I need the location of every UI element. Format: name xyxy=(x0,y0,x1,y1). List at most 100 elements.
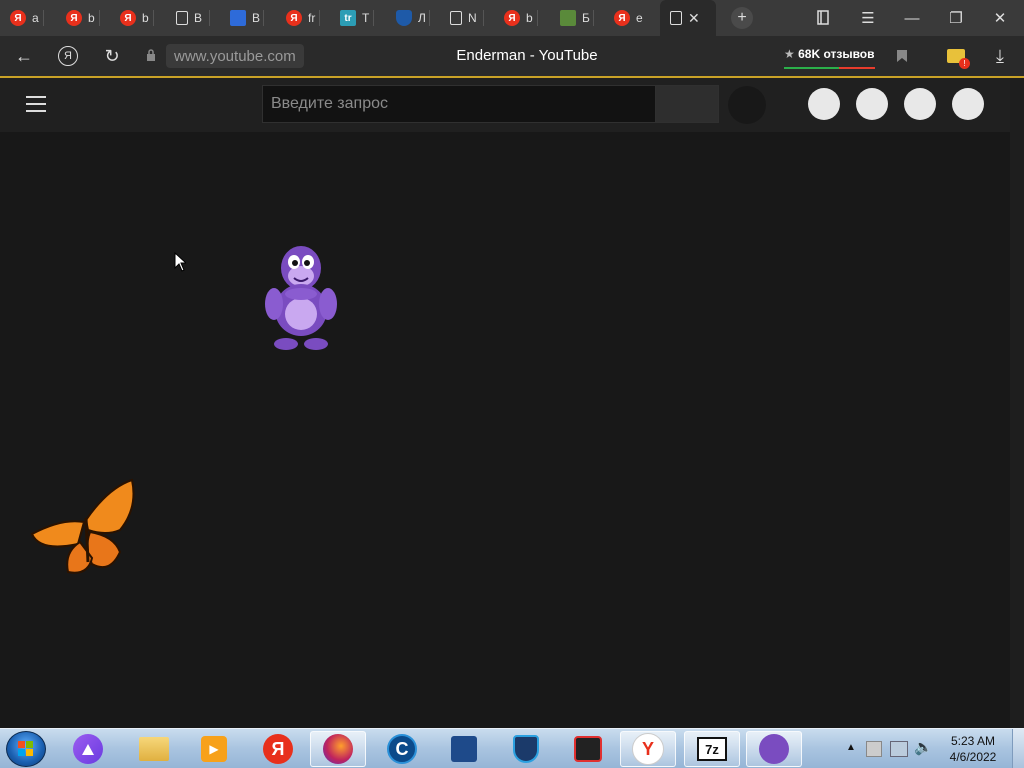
tab-label: fr xyxy=(308,11,316,25)
downloads-button[interactable]: ⤓ xyxy=(988,44,1012,68)
yandex-icon: Я xyxy=(10,10,26,26)
download-icon: ⤓ xyxy=(996,45,1004,66)
tab-12[interactable]: Я e xyxy=(604,6,648,30)
hamburger-icon: ☰ xyxy=(861,10,875,27)
reload-icon: ↻ xyxy=(104,45,120,66)
alice-assistant-icon xyxy=(73,734,103,764)
clock-date: 4/6/2022 xyxy=(949,750,997,764)
ccleaner-taskbar-button[interactable]: C xyxy=(374,731,430,767)
tray-expand-icon[interactable]: ▲ xyxy=(846,742,856,753)
photo-app-taskbar-button[interactable] xyxy=(436,731,492,767)
bonzi-taskbar-button[interactable] xyxy=(746,731,802,767)
tr-icon: tr xyxy=(340,10,356,26)
tab-3[interactable]: Я b xyxy=(110,6,154,30)
tab-5[interactable]: B xyxy=(220,6,264,30)
clock-time: 5:23 AM xyxy=(950,734,996,748)
volume-icon[interactable]: 🔈 xyxy=(914,738,933,756)
page-content xyxy=(0,132,1010,728)
account-avatar[interactable] xyxy=(952,88,984,120)
minimize-button[interactable]: — xyxy=(890,0,934,36)
tab-2[interactable]: Я b xyxy=(56,6,100,30)
tab-label: B xyxy=(194,11,203,25)
minimize-icon: — xyxy=(904,9,920,27)
alice-taskbar-button[interactable] xyxy=(60,731,116,767)
yandex-icon: Я xyxy=(614,10,630,26)
yandex-home-button[interactable]: Я xyxy=(56,44,80,68)
vpn-taskbar-button[interactable] xyxy=(498,731,554,767)
tab-8[interactable]: Л xyxy=(386,6,430,30)
collections-folder-button[interactable]: ! xyxy=(944,44,970,69)
7zip-taskbar-button[interactable]: 7z xyxy=(684,731,740,767)
bookmark-button[interactable] xyxy=(890,44,914,68)
tab-label: a xyxy=(32,11,39,25)
tab-9[interactable]: N xyxy=(440,6,484,30)
system-clock[interactable]: 5:23 AM 4/6/2022 xyxy=(940,733,1006,765)
youtube-header: Введите запрос xyxy=(0,78,1010,132)
tab-7[interactable]: tr T xyxy=(330,6,374,30)
windows-taskbar: ▶ Я C Y 7z ▲ 🔈 5:23 AM 4/6/2022 xyxy=(0,728,1024,768)
new-tab-button[interactable]: + xyxy=(720,0,764,36)
tab-label: Б xyxy=(582,11,590,25)
document-icon xyxy=(176,11,188,25)
screen-recorder-taskbar-button[interactable] xyxy=(560,731,616,767)
close-icon: ✕ xyxy=(993,10,1007,27)
page-title: Enderman - YouTube xyxy=(456,47,598,64)
restore-button[interactable]: ❐ xyxy=(934,0,978,36)
yandex-icon: Я xyxy=(286,10,302,26)
butterfly-image xyxy=(30,478,135,574)
plus-icon: + xyxy=(731,7,753,29)
start-button[interactable] xyxy=(6,731,46,767)
kaspersky-icon xyxy=(560,10,576,26)
tab-4[interactable]: B xyxy=(166,6,210,30)
shield-icon xyxy=(396,10,412,26)
yandex-logo-icon: Я xyxy=(58,46,78,66)
header-action-3[interactable] xyxy=(904,88,936,120)
tab-1[interactable]: Я a xyxy=(0,6,44,30)
tab-label: T xyxy=(362,11,370,25)
browser-tab-bar: Я a Я b Я b B B Я fr tr T Л N Я b Б Я e … xyxy=(0,0,1024,36)
tab-11[interactable]: Б xyxy=(550,6,594,30)
tab-label: e xyxy=(636,11,643,25)
url-field[interactable]: www.youtube.com xyxy=(166,44,304,68)
mouse-cursor-icon xyxy=(174,252,186,272)
header-action-2[interactable] xyxy=(856,88,888,120)
tray-flag-icon[interactable] xyxy=(866,741,882,757)
menu-button[interactable]: ☰ xyxy=(846,0,890,36)
back-button[interactable]: ← xyxy=(12,44,36,68)
tab-label: b xyxy=(88,11,95,25)
star-icon: ★ xyxy=(784,47,795,61)
hamburger-menu-button[interactable] xyxy=(26,96,46,112)
tab-active[interactable]: ✕ xyxy=(660,0,716,36)
firefox-taskbar-button[interactable] xyxy=(310,731,366,767)
reload-button[interactable]: ↻ xyxy=(100,44,124,68)
restore-icon: ❐ xyxy=(949,10,963,27)
yandex-app-taskbar-button[interactable]: Y xyxy=(620,731,676,767)
search-input[interactable]: Введите запрос xyxy=(262,85,656,123)
tab-label: Л xyxy=(418,11,426,25)
tab-10[interactable]: Я b xyxy=(494,6,538,30)
close-window-button[interactable]: ✕ xyxy=(978,0,1022,36)
media-player-taskbar-button[interactable]: ▶ xyxy=(186,731,242,767)
search-button[interactable] xyxy=(655,85,719,123)
network-icon[interactable] xyxy=(890,741,908,757)
firefox-icon xyxy=(323,734,353,764)
bookmark-icon xyxy=(897,50,907,62)
show-desktop-button[interactable] xyxy=(1012,729,1024,768)
grid-app-icon xyxy=(230,10,246,26)
tab-label: b xyxy=(526,11,533,25)
yandex-icon: Я xyxy=(120,10,136,26)
reviews-label: 68K отзывов xyxy=(798,47,875,61)
reviews-badge[interactable]: ★ 68K отзывов xyxy=(784,45,875,69)
windows-logo-icon xyxy=(18,741,33,756)
explorer-taskbar-button[interactable] xyxy=(126,731,182,767)
header-action-1[interactable] xyxy=(808,88,840,120)
tab-6[interactable]: Я fr xyxy=(276,6,320,30)
close-tab-icon[interactable]: ✕ xyxy=(688,10,700,27)
yandex-browser-taskbar-button[interactable]: Я xyxy=(250,731,306,767)
screen-recorder-icon xyxy=(574,736,602,762)
yandex-icon: Я xyxy=(504,10,520,26)
collections-button[interactable] xyxy=(802,0,846,36)
voice-search-button[interactable] xyxy=(728,86,766,124)
page-scrollbar[interactable] xyxy=(1010,78,1024,728)
ccleaner-icon: C xyxy=(387,734,417,764)
